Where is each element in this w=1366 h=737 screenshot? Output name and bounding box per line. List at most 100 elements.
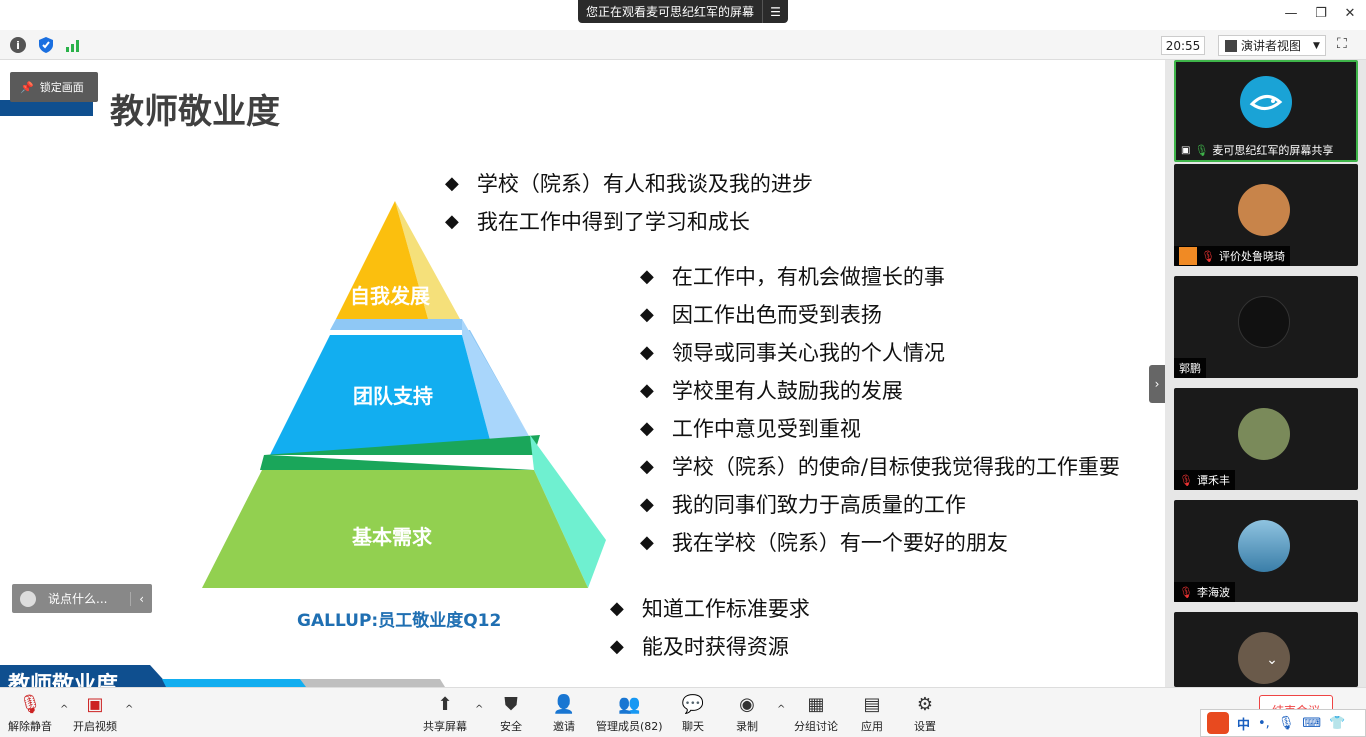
bullet-item: ◆ 在工作中，有机会做擅长的事 — [640, 265, 945, 289]
record-icon: ◉ — [739, 693, 755, 715]
punctuation-icon[interactable]: •, — [1258, 716, 1270, 731]
meeting-clock: 20:55 — [1161, 36, 1205, 55]
chevron-up-icon[interactable]: ^ — [60, 704, 68, 715]
settings-button[interactable]: ⚙ 设置 — [913, 692, 937, 734]
collapse-sidebar-button[interactable]: › — [1149, 365, 1165, 403]
record-button[interactable]: ◉ 录制 — [735, 692, 759, 734]
mic-muted-icon: 🎙 — [1179, 585, 1193, 599]
minimize-button[interactable]: — — [1283, 6, 1299, 21]
user-icon — [1179, 247, 1197, 265]
chevron-down-icon: ▼ — [1313, 40, 1320, 51]
ime-language[interactable]: 中 — [1237, 714, 1250, 733]
gear-icon: ⚙ — [916, 693, 934, 715]
chat-icon: 💬 — [681, 693, 705, 715]
chat-button[interactable]: 💬 聊天 — [681, 692, 705, 734]
bullet-item: ◆ 学校（院系）的使命/目标使我觉得我的工作重要 — [640, 455, 1120, 479]
view-mode-selector[interactable]: 演讲者视图 ▼ — [1218, 35, 1326, 56]
participant-tile[interactable]: 🎙 李海波 — [1174, 500, 1358, 602]
screen-share-icon: ▣ — [1181, 144, 1191, 156]
close-button[interactable]: ✕ — [1342, 6, 1358, 21]
members-icon: 👥 — [618, 693, 641, 715]
ime-toolbar[interactable]: 中 •, 🎙 ⌨ 👕 — [1200, 709, 1366, 737]
participant-avatar — [1238, 296, 1290, 348]
quick-chat-placeholder: 说点什么... — [48, 592, 108, 606]
mic-on-icon: 🎙 — [1194, 143, 1209, 157]
sogou-logo-icon — [1207, 712, 1229, 734]
mic-icon[interactable]: 🎙 — [1278, 716, 1295, 731]
footer-tab-main: 教师敬业度 — [8, 673, 119, 687]
breakout-icon: ▦ — [807, 693, 825, 715]
breakout-button[interactable]: ▦ 分组讨论 — [794, 692, 838, 734]
menu-icon[interactable]: ☰ — [762, 0, 788, 23]
participant-avatar — [1238, 184, 1290, 236]
video-off-icon: ▣ — [86, 693, 104, 715]
window-titlebar: 您正在观看麦可思纪红军的屏幕 ☰ — ❐ ✕ — [0, 0, 1366, 30]
apps-icon: ▤ — [863, 693, 881, 715]
share-screen-icon: ⬆ — [437, 693, 453, 715]
invite-button[interactable]: 👤 邀请 — [552, 692, 576, 734]
shield-icon[interactable] — [37, 36, 54, 54]
start-video-button[interactable]: ▣ 开启视频 — [73, 692, 117, 734]
emoji-icon[interactable] — [20, 590, 36, 607]
participant-tile[interactable]: ⌄ — [1174, 612, 1358, 687]
participant-name-bar: ▣ 🎙 麦可思纪红军的屏幕共享 — [1176, 140, 1338, 160]
participant-name-bar: 🎙 评价处鲁晓琦 — [1174, 246, 1290, 266]
chevron-left-icon[interactable]: ‹ — [130, 591, 152, 606]
participant-name-bar: 🎙 李海波 — [1174, 582, 1235, 602]
viewing-banner-text: 您正在观看麦可思纪红军的屏幕 — [586, 5, 755, 19]
pyramid-label-top: 自我发展 — [350, 284, 430, 308]
bullet-item: ◆ 学校（院系）有人和我谈及我的进步 — [445, 172, 813, 196]
app-logo-avatar — [1240, 76, 1292, 128]
apps-button[interactable]: ▤ 应用 — [860, 692, 884, 734]
pyramid-label-middle: 团队支持 — [353, 384, 433, 408]
fullscreen-icon[interactable]: ⛶ — [1337, 36, 1357, 54]
unmute-button[interactable]: 🎙 解除静音 — [8, 692, 52, 734]
bullet-item: ◆ 我的同事们致力于高质量的工作 — [640, 493, 966, 517]
bullet-item: ◆ 学校里有人鼓励我的发展 — [640, 379, 903, 403]
add-user-icon: 👤 — [552, 693, 576, 715]
meeting-toolbar: 🎙 解除静音 ^ ▣ 开启视频 ^ ⬆ 共享屏幕 ^ ⛊ 安全 👤 邀请 👥 管理成员(82… — [0, 687, 1366, 737]
bullet-item: ◆ 我在学校（院系）有一个要好的朋友 — [640, 531, 1008, 555]
participant-tile[interactable]: 🎙 评价处鲁晓琦 — [1174, 164, 1358, 266]
manage-members-button[interactable]: 👥 管理成员(82) — [596, 692, 663, 734]
participant-name: 麦可思纪红军的屏幕共享 — [1212, 144, 1334, 157]
chevron-up-icon[interactable]: ^ — [125, 704, 133, 715]
chevron-up-icon[interactable]: ^ — [777, 704, 785, 715]
participant-name: 李海波 — [1196, 586, 1230, 599]
keyboard-icon[interactable]: ⌨ — [1302, 716, 1321, 731]
participant-name-bar: 🎙 谭禾丰 — [1174, 470, 1235, 490]
view-mode-label: 演讲者视图 — [1241, 39, 1302, 53]
bullet-item: ◆ 工作中意见受到重视 — [640, 417, 861, 441]
participant-name: 谭禾丰 — [1196, 474, 1230, 487]
shirt-icon[interactable]: 👕 — [1329, 716, 1345, 731]
share-screen-button[interactable]: ⬆ 共享屏幕 — [423, 692, 467, 734]
slide-caption: GALLUP:员工敬业度Q12 — [297, 611, 502, 631]
mic-muted-icon: 🎙 — [18, 693, 42, 715]
mic-muted-icon: 🎙 — [1201, 249, 1215, 263]
participant-sidebar: ▣ 🎙 麦可思纪红军的屏幕共享 🎙 评价处鲁晓琦 郭鹏 🎙 谭禾丰 🎙 李海波 — [1165, 60, 1366, 687]
chevron-up-icon[interactable]: ^ — [475, 704, 483, 715]
participant-avatar — [1238, 408, 1290, 460]
chevron-down-icon[interactable]: ⌄ — [1242, 652, 1302, 672]
viewing-banner: 您正在观看麦可思纪红军的屏幕 ☰ — [578, 0, 789, 23]
mic-muted-icon: 🎙 — [1179, 473, 1193, 487]
participant-name: 郭鹏 — [1179, 362, 1201, 375]
slide-footer-tabs: 教师敬业度 — [0, 663, 460, 687]
bullet-item: ◆ 因工作出色而受到表扬 — [640, 303, 882, 327]
pyramid-diagram — [202, 201, 606, 588]
info-icon[interactable]: i — [10, 37, 26, 53]
restore-button[interactable]: ❐ — [1313, 6, 1329, 21]
participant-tile[interactable]: ▣ 🎙 麦可思纪红军的屏幕共享 — [1174, 60, 1358, 162]
quick-chat-input[interactable]: 说点什么... ‹ — [12, 584, 152, 613]
participant-avatar — [1238, 520, 1290, 572]
bullet-item: ◆ 知道工作标准要求 — [610, 597, 810, 621]
participant-name-bar: 郭鹏 — [1174, 358, 1206, 378]
participant-tile[interactable]: 郭鹏 — [1174, 276, 1358, 378]
shield-icon: ⛊ — [504, 693, 518, 715]
participant-tile[interactable]: 🎙 谭禾丰 — [1174, 388, 1358, 490]
pyramid-label-bottom: 基本需求 — [352, 525, 432, 549]
security-button[interactable]: ⛊ 安全 — [499, 692, 523, 734]
grid-view-icon — [1225, 39, 1237, 52]
bullet-item: ◆ 领导或同事关心我的个人情况 — [640, 341, 945, 365]
signal-strength-icon[interactable] — [65, 37, 83, 53]
